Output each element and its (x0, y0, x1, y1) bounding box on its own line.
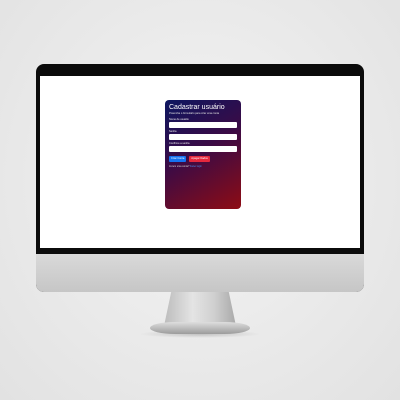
form-title: Cadastrar usuário (169, 104, 225, 111)
password-label: Senha (169, 129, 177, 133)
screen: Cadastrar usuário Preencha o formulário … (40, 76, 360, 248)
login-prompt: Já tem uma conta? Fazer login (169, 165, 237, 168)
login-link[interactable]: Fazer login (190, 165, 202, 168)
form-subtitle: Preencha o formulário para criar uma con… (169, 112, 220, 115)
monitor-stand-base (150, 322, 250, 334)
clear-data-button[interactable]: Apagar Dados (189, 155, 210, 162)
monitor-stand-neck (164, 292, 236, 326)
create-account-button[interactable]: Criar Conta (169, 155, 187, 162)
confirm-password-label: Confirme a senha (169, 141, 190, 145)
monitor-frame: Cadastrar usuário Preencha o formulário … (36, 64, 364, 292)
username-label: Nome de usuário (169, 118, 189, 121)
login-prompt-text: Já tem uma conta? (169, 164, 190, 168)
confirm-password-input[interactable] (169, 145, 237, 152)
monitor-chin (36, 254, 364, 292)
username-input[interactable] (169, 121, 237, 128)
register-form-card: Cadastrar usuário Preencha o formulário … (165, 100, 241, 209)
button-row: Criar Conta Apagar Dados (169, 155, 237, 162)
password-input[interactable] (169, 133, 237, 140)
